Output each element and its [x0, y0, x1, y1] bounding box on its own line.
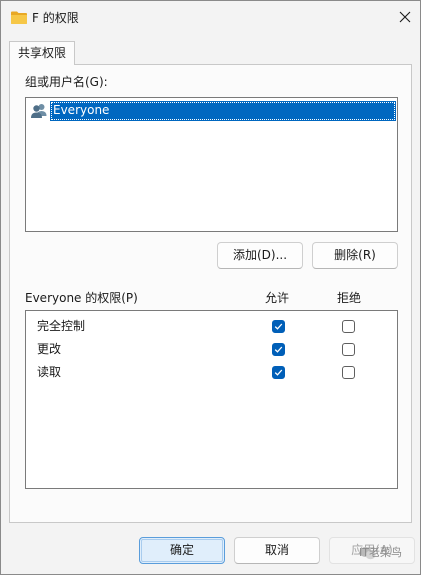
- cancel-button[interactable]: 取消: [234, 537, 320, 564]
- deny-checkbox-full-control[interactable]: [342, 320, 355, 333]
- users-icon: [30, 102, 48, 120]
- permission-row-change: 更改: [26, 338, 397, 360]
- deny-checkbox-change[interactable]: [342, 343, 355, 356]
- folder-icon: [11, 11, 27, 24]
- permission-name: 读取: [37, 365, 62, 379]
- permissions-label: Everyone 的权限(P): [25, 291, 138, 305]
- allow-checkbox-read[interactable]: [272, 366, 285, 379]
- allow-header: 允许: [265, 291, 290, 305]
- title-bar: F 的权限: [1, 1, 420, 35]
- tab-share-permissions[interactable]: 共享权限: [9, 41, 75, 65]
- remove-button[interactable]: 删除(R): [312, 242, 398, 269]
- close-icon: [399, 11, 411, 23]
- permission-row-full-control: 完全控制: [26, 315, 397, 337]
- add-button[interactable]: 添加(D)...: [217, 242, 303, 269]
- watermark-text: IT老菜鸟: [359, 546, 402, 559]
- permission-row-read: 读取: [26, 361, 397, 383]
- permissions-list: 完全控制 更改 读取: [25, 310, 398, 489]
- allow-checkbox-full-control[interactable]: [272, 320, 285, 333]
- users-label: 组或用户名(G):: [25, 75, 108, 89]
- ok-button[interactable]: 确定: [139, 537, 225, 564]
- tab-label: 共享权限: [18, 46, 67, 60]
- window-title: F 的权限: [32, 11, 79, 25]
- close-button[interactable]: [391, 5, 419, 29]
- deny-checkbox-read[interactable]: [342, 366, 355, 379]
- deny-header: 拒绝: [337, 291, 362, 305]
- users-listbox[interactable]: Everyone: [25, 97, 398, 232]
- selected-user-highlight[interactable]: Everyone: [50, 101, 396, 121]
- allow-checkbox-change[interactable]: [272, 343, 285, 356]
- permission-name: 完全控制: [37, 319, 86, 333]
- list-item[interactable]: Everyone: [29, 101, 396, 121]
- permissions-dialog: F 的权限 共享权限 组或用户名(G): Everyone 添加(D)... 删…: [0, 0, 421, 575]
- permission-name: 更改: [37, 342, 62, 356]
- user-name: Everyone: [53, 103, 110, 117]
